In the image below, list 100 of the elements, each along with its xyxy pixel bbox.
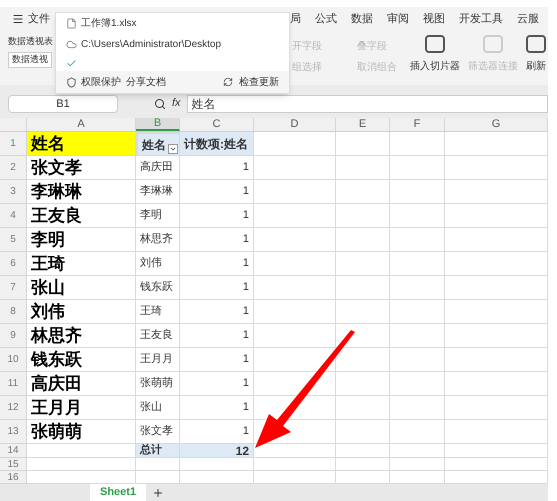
table-cell: 1 [180,372,254,396]
table-cell [336,372,390,396]
row-header[interactable]: 5 [0,228,27,252]
column-header[interactable]: F [390,118,445,131]
table-cell: 张文孝 [136,420,180,444]
table-cell: 王月月 [136,348,180,372]
formula-field[interactable]: 姓名 [186,95,548,113]
table-cell: 1 [180,180,254,204]
table-cell [390,420,445,444]
cell-text: 姓名 [142,138,166,150]
table-cell [336,276,390,300]
refresh-icon [223,77,233,87]
table-cell: 1 [180,156,254,180]
table-cell [336,252,390,276]
table-cell: 王琦 [136,300,180,324]
row-header[interactable]: 16 [0,471,27,484]
search-icon[interactable] [154,98,166,110]
pivot-name-field[interactable]: 数据透视 [8,52,52,68]
pivot-name-label: 数据透视表 [8,35,53,48]
table-cell: 林思齐 [136,228,180,252]
popup-link[interactable]: 分享文档 [126,74,166,90]
table-cell: 1 [180,348,254,372]
table-cell: 1 [180,276,254,300]
table-cell [336,458,390,471]
column-header[interactable]: E [336,118,390,131]
ribbon-button-icon [483,35,503,53]
table-cell [336,444,390,458]
table-cell: 1 [180,324,254,348]
row-header[interactable]: 10 [0,348,27,372]
row-header[interactable]: 15 [0,458,27,471]
table-cell: 1 [180,396,254,420]
table-cell: 李明 [27,228,136,252]
row-header[interactable]: 12 [0,396,27,420]
table-cell [336,420,390,444]
ribbon-tab[interactable]: 数据 [351,10,373,28]
table-cell [390,444,445,458]
row-header[interactable]: 9 [0,324,27,348]
row-header[interactable]: 2 [0,156,27,180]
table-cell: 高庆田 [27,372,136,396]
table-cell [390,252,445,276]
table-cell: 1 [180,252,254,276]
table-cell: 刘伟 [27,300,136,324]
ribbon-button-icon [425,35,445,53]
table-cell: 王友良 [27,204,136,228]
ribbon-tab[interactable]: 公式 [315,10,337,28]
file-path: C:\Users\Administrator\Desktop [81,38,222,52]
table-cell: 李琳琳 [136,180,180,204]
column-header[interactable]: D [254,118,336,131]
table-cell [136,458,180,471]
table-cell: 钱东跃 [27,348,136,372]
table-cell: 1 [180,420,254,444]
table-cell: 1 [180,228,254,252]
row-header[interactable]: 14 [0,444,27,458]
table-cell [136,471,180,484]
column-header[interactable]: C [180,118,254,131]
ribbon-tab[interactable]: 局 [290,10,301,28]
table-cell: 12 [180,444,254,458]
row-header[interactable]: 3 [0,180,27,204]
table-cell [336,324,390,348]
table-cell: 王友良 [136,324,180,348]
ribbon-tab[interactable]: 审阅 [387,10,409,28]
table-cell [336,348,390,372]
row-header[interactable]: 7 [0,276,27,300]
menu-icon [12,13,24,25]
row-header[interactable]: 13 [0,420,27,444]
table-cell: 计数项:姓名 [180,132,254,156]
table-cell [390,372,445,396]
name-box[interactable]: B1 [8,95,118,113]
ribbon-large-button[interactable]: 刷新 [526,35,546,74]
column-header[interactable]: G [445,118,548,131]
ribbon-tab[interactable]: 视图 [423,10,445,28]
function-button[interactable]: fx [172,94,181,111]
filter-dropdown-button[interactable] [168,144,178,154]
table-cell [336,180,390,204]
table-cell: 钱东跃 [136,276,180,300]
table-cell [336,228,390,252]
table-cell [336,204,390,228]
ribbon-tab[interactable]: 云服 [517,10,539,28]
table-cell: 张萌萌 [136,372,180,396]
table-cell: 高庆田 [136,156,180,180]
table-cell [390,396,445,420]
row-header[interactable]: 6 [0,252,27,276]
check-update-button[interactable]: 检查更新 [239,74,279,90]
table-cell: 1 [180,300,254,324]
sheet-tab[interactable]: Sheet1 [90,484,146,501]
file-menu-button[interactable]: 文件 [12,10,50,28]
table-cell: 王琦 [27,252,136,276]
row-header[interactable]: 11 [0,372,27,396]
cloud-icon [66,38,77,50]
table-cell [336,471,390,484]
ribbon-tab[interactable]: 开发工具 [459,10,503,28]
ribbon-large-button[interactable]: 插入切片器 [410,35,460,74]
table-cell [390,156,445,180]
row-header[interactable]: 8 [0,300,27,324]
popup-link[interactable]: 权限保护 [81,74,121,90]
table-cell [390,300,445,324]
table-cell [336,300,390,324]
table-cell [390,348,445,372]
row-header[interactable]: 4 [0,204,27,228]
add-sheet-icon[interactable] [152,486,164,498]
